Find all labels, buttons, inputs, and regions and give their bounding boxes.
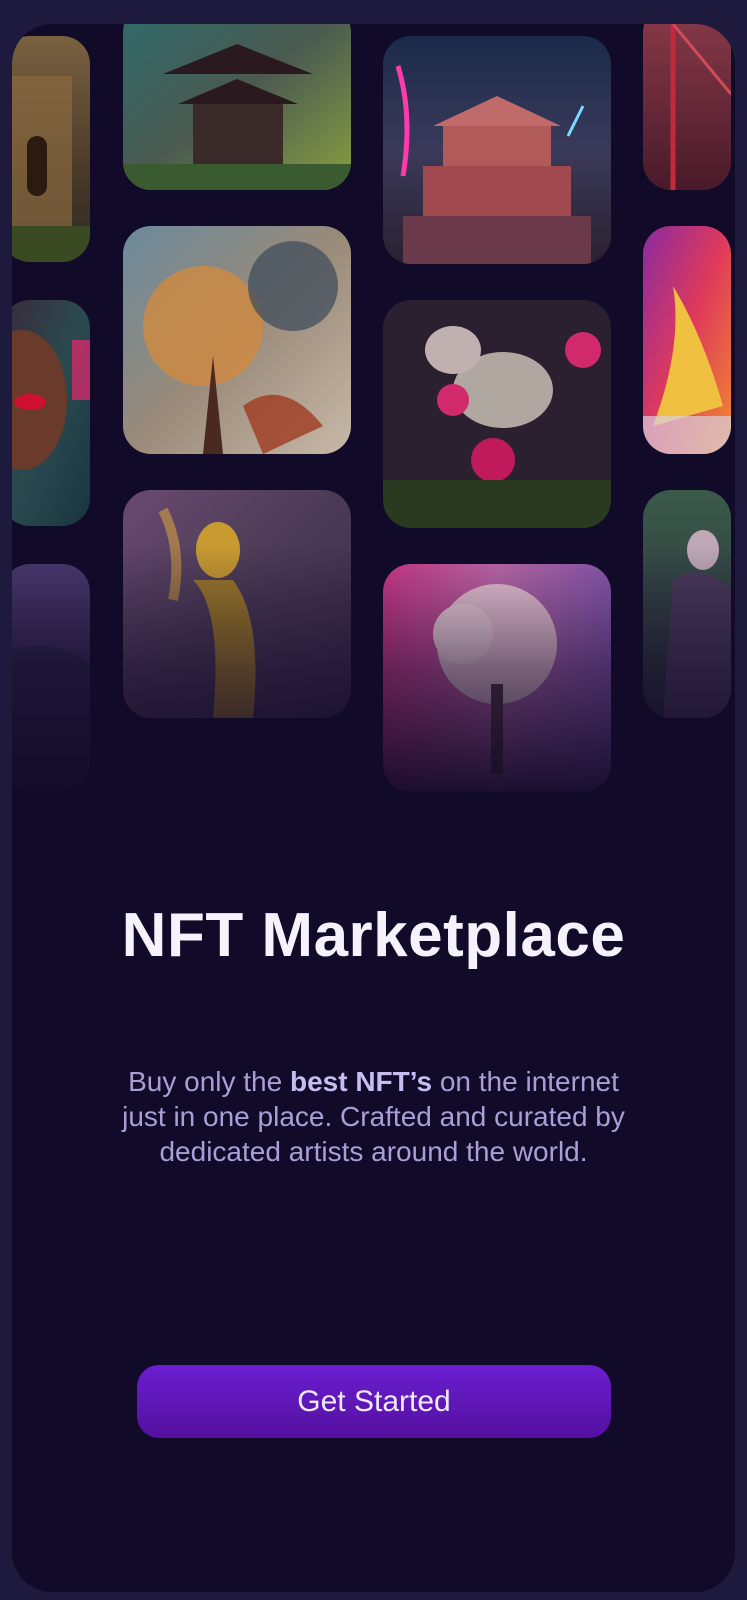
nft-card-portrait[interactable] bbox=[12, 300, 90, 526]
gallery-fade-overlay bbox=[12, 544, 735, 814]
nft-card-golden-figure[interactable] bbox=[123, 490, 351, 718]
nft-card-blossom-tree[interactable] bbox=[383, 564, 611, 792]
nft-gallery bbox=[12, 24, 735, 814]
onboarding-screen: NFT Marketplace Buy only the best NFT’s … bbox=[12, 24, 735, 1592]
nft-card-asian-temple[interactable] bbox=[123, 24, 351, 190]
description-highlight: best NFT’s bbox=[289, 1066, 433, 1097]
nft-card-red-bridge[interactable] bbox=[643, 24, 731, 190]
nft-card-dusk-landscape[interactable] bbox=[12, 564, 90, 790]
nft-card-castle-ruins[interactable] bbox=[12, 36, 90, 262]
nft-card-autumn-tree[interactable] bbox=[123, 226, 351, 454]
description-text: Buy only the best NFT’s on the internet … bbox=[112, 1064, 635, 1169]
description-intro: Buy only the bbox=[128, 1066, 290, 1097]
page-title: NFT Marketplace bbox=[121, 901, 626, 970]
nft-card-skull-roses[interactable] bbox=[383, 300, 611, 528]
nft-card-fire-abstract[interactable] bbox=[643, 226, 731, 454]
nft-card-dark-figure[interactable] bbox=[643, 490, 731, 718]
get-started-button[interactable]: Get Started bbox=[137, 1365, 611, 1438]
nft-card-neon-temple[interactable] bbox=[383, 36, 611, 264]
